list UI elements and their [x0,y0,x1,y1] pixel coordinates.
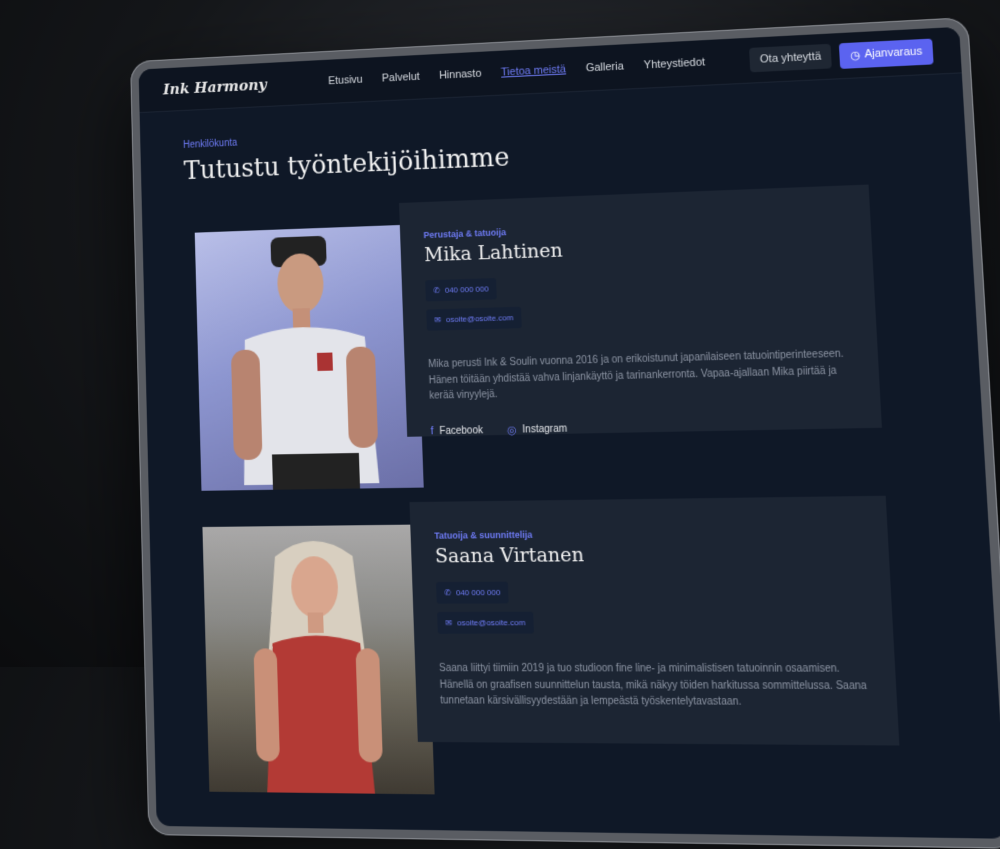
mail-icon: ✉ [445,618,453,628]
staff-card-2: Tatuoija & suunnittelija Saana Virtanen … [192,495,953,795]
instagram-label: Instagram [522,422,568,436]
person-silhouette-1 [230,235,380,490]
staff-card-1: Perustaja & tatuoija Mika Lahtinen ✆ 040 … [185,183,935,491]
top-nav: Ink Harmony Etusivu Palvelut Hinnasto Ti… [138,26,962,114]
nav-hinnasto[interactable]: Hinnasto [439,68,482,82]
main-content: Henkilökunta Tutustu työntekijöihimme Pe… [140,105,1000,795]
email-text: osoite@osoite.com [445,313,514,325]
email-pill[interactable]: ✉ osoite@osoite.com [437,611,534,634]
nav-galleria[interactable]: Galleria [586,60,624,74]
instagram-link[interactable]: ◎ Instagram [507,422,568,437]
phone-pill[interactable]: ✆ 040 000 000 [425,278,498,302]
phone-icon: ✆ [444,588,452,598]
phone-icon: ✆ [433,285,441,296]
laptop-frame: Ink Harmony Etusivu Palvelut Hinnasto Ti… [130,17,1000,849]
email-pill[interactable]: ✉ osoite@osoite.com [426,306,522,331]
booking-button[interactable]: ◷ Ajanvaraus [839,38,934,69]
staff-info-2: Tatuoija & suunnittelija Saana Virtanen … [409,495,900,746]
phone-text: 040 000 000 [455,587,501,598]
social-links: f Facebook ◎ Instagram [430,416,856,438]
facebook-link[interactable]: f Facebook [430,424,483,438]
facebook-label: Facebook [439,424,484,437]
nav-palvelut[interactable]: Palvelut [382,71,420,85]
logo[interactable]: Ink Harmony [163,74,295,99]
staff-photo-1 [194,224,424,491]
main-menu: Etusivu Palvelut Hinnasto Tietoa meistä … [294,54,742,88]
email-text: osoite@osoite.com [456,617,526,628]
nav-etusivu[interactable]: Etusivu [328,74,363,88]
nav-tietoa-meista[interactable]: Tietoa meistä [501,63,566,78]
nav-yhteystiedot[interactable]: Yhteystiedot [644,56,706,71]
phone-text: 040 000 000 [444,284,489,295]
facebook-icon: f [430,425,434,438]
calendar-icon: ◷ [849,48,861,62]
instagram-icon: ◎ [506,423,517,437]
staff-bio: Mika perusti Ink & Soulin vuonna 2016 ja… [427,348,844,402]
phone-pill[interactable]: ✆ 040 000 000 [436,581,509,604]
staff-bio: Saana liittyi tiimiin 2019 ja tuo studio… [438,662,867,708]
staff-role: Tatuoija & suunnittelija [434,529,533,541]
mail-icon: ✉ [434,315,442,325]
staff-name: Saana Virtanen [434,543,585,568]
booking-label: Ajanvaraus [864,45,923,61]
staff-info-1: Perustaja & tatuoija Mika Lahtinen ✆ 040 … [399,184,882,438]
person-silhouette-2 [253,540,383,794]
contact-button[interactable]: Ota yhteyttä [749,43,833,73]
staff-photo-2 [202,524,435,795]
website-screen: Ink Harmony Etusivu Palvelut Hinnasto Ti… [138,26,1000,839]
